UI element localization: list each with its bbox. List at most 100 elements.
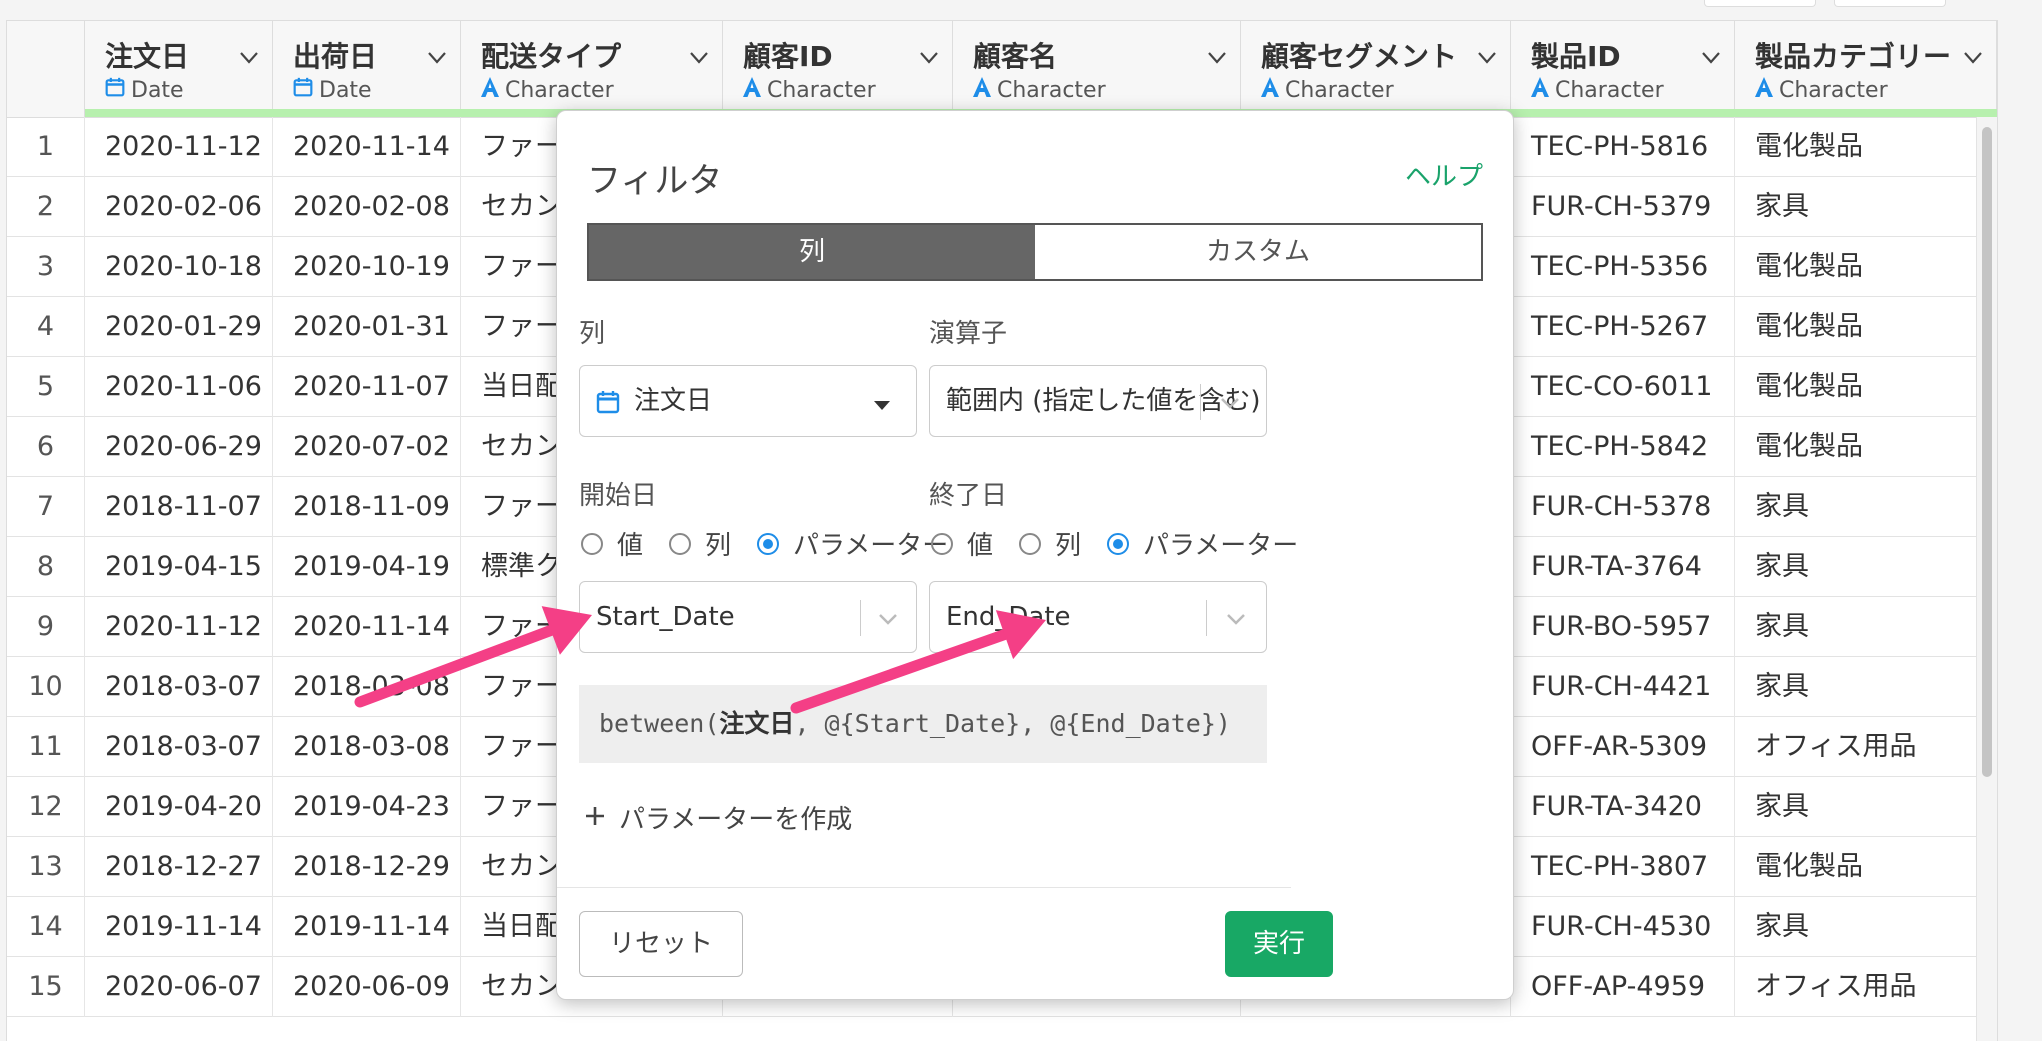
table-row[interactable]	[7, 1017, 1997, 1041]
table-cell[interactable]: 電化製品	[1735, 357, 1997, 417]
table-cell[interactable]: 2020-11-07	[273, 357, 461, 417]
table-cell[interactable]: 2018-12-29	[273, 837, 461, 897]
column-header[interactable]: 注文日 Date	[85, 21, 273, 117]
chevron-down-icon[interactable]	[1702, 49, 1720, 64]
table-cell[interactable]: FUR-CH-5378	[1511, 477, 1735, 537]
table-cell[interactable]: 2020-11-14	[273, 117, 461, 177]
column-header[interactable]: 出荷日 Date	[273, 21, 461, 117]
table-cell[interactable]: TEC-PH-5267	[1511, 297, 1735, 357]
table-cell[interactable]: 2020-11-14	[273, 597, 461, 657]
start-radio-parameter[interactable]	[757, 532, 780, 555]
start-parameter-select[interactable]: Start_Date	[579, 581, 917, 653]
end-radio-parameter[interactable]	[1107, 532, 1130, 555]
table-cell[interactable]: TEC-PH-5356	[1511, 237, 1735, 297]
start-radio-column[interactable]	[669, 532, 692, 555]
table-cell[interactable]: FUR-TA-3420	[1511, 777, 1735, 837]
table-cell[interactable]: 家具	[1735, 897, 1997, 957]
column-select[interactable]: 注文日	[579, 365, 917, 437]
table-cell[interactable]: 2020-11-12	[85, 597, 273, 657]
table-cell[interactable]: 2018-11-09	[273, 477, 461, 537]
table-cell[interactable]: FUR-TA-3764	[1511, 537, 1735, 597]
table-cell[interactable]: 2020-02-08	[273, 177, 461, 237]
operator-select[interactable]: 範囲内 (指定した値を含む)	[929, 365, 1267, 437]
table-cell[interactable]: 2020-01-31	[273, 297, 461, 357]
chevron-down-icon[interactable]	[1964, 49, 1982, 64]
table-cell[interactable]: 2020-11-12	[85, 117, 273, 177]
table-cell[interactable]: 家具	[1735, 597, 1997, 657]
table-cell[interactable]: 2020-10-18	[85, 237, 273, 297]
chevron-down-icon[interactable]	[690, 49, 708, 64]
column-header[interactable]: 配送タイプ Character	[461, 21, 723, 117]
column-header[interactable]: 顧客名 Character	[953, 21, 1241, 117]
tab-column[interactable]: 列	[589, 225, 1035, 279]
table-cell[interactable]: FUR-BO-5957	[1511, 597, 1735, 657]
table-cell[interactable]: 家具	[1735, 177, 1997, 237]
table-cell[interactable]: 電化製品	[1735, 837, 1997, 897]
table-cell[interactable]: 2018-03-08	[273, 657, 461, 717]
chevron-down-icon[interactable]	[920, 49, 938, 64]
table-cell[interactable]: 2019-11-14	[85, 897, 273, 957]
table-cell[interactable]: オフィス用品	[1735, 957, 1997, 1017]
table-cell[interactable]: 2019-04-23	[273, 777, 461, 837]
chevron-down-icon[interactable]	[1478, 49, 1496, 64]
table-cell[interactable]: 電化製品	[1735, 417, 1997, 477]
reset-button[interactable]: リセット	[579, 911, 743, 977]
table-cell[interactable]: 2020-06-29	[85, 417, 273, 477]
create-parameter-label: パラメーターを作成	[619, 805, 853, 835]
table-cell[interactable]: FUR-CH-4421	[1511, 657, 1735, 717]
table-cell[interactable]: 電化製品	[1735, 117, 1997, 177]
table-cell[interactable]: オフィス用品	[1735, 717, 1997, 777]
table-cell[interactable]: 2020-07-02	[273, 417, 461, 477]
table-cell[interactable]: TEC-CO-6011	[1511, 357, 1735, 417]
table-cell[interactable]: 2018-11-07	[85, 477, 273, 537]
table-cell[interactable]: 2018-03-08	[273, 717, 461, 777]
start-radio-value[interactable]	[581, 532, 603, 555]
table-cell[interactable]: 2019-04-15	[85, 537, 273, 597]
table-cell[interactable]: 家具	[1735, 477, 1997, 537]
scrollbar-thumb[interactable]	[1982, 127, 1992, 777]
tab-custom[interactable]: カスタム	[1035, 225, 1481, 279]
table-cell[interactable]: 2019-11-14	[273, 897, 461, 957]
column-header[interactable]: 製品カテゴリー Character	[1735, 21, 1997, 117]
table-cell[interactable]: 2020-02-06	[85, 177, 273, 237]
column-header[interactable]: 顧客セグメント Character	[1241, 21, 1511, 117]
table-cell[interactable]: 家具	[1735, 537, 1997, 597]
end-radio-column[interactable]	[1019, 532, 1042, 555]
column-header[interactable]: 顧客ID Character	[723, 21, 953, 117]
table-cell[interactable]: 2020-11-06	[85, 357, 273, 417]
table-cell[interactable]: OFF-AR-5309	[1511, 717, 1735, 777]
table-cell[interactable]: TEC-PH-3807	[1511, 837, 1735, 897]
table-cell[interactable]: 2020-06-07	[85, 957, 273, 1017]
column-header[interactable]: 製品ID Character	[1511, 21, 1735, 117]
table-cell[interactable]: FUR-CH-4530	[1511, 897, 1735, 957]
help-link[interactable]: ヘルプ	[1405, 156, 1483, 193]
toolbar-button[interactable]	[1834, 0, 1946, 7]
run-button[interactable]: 実行	[1225, 911, 1333, 977]
table-cell[interactable]: 2018-12-27	[85, 837, 273, 897]
chevron-down-icon[interactable]	[428, 49, 446, 64]
table-cell[interactable]: 2018-03-07	[85, 717, 273, 777]
toolbar-button[interactable]	[1704, 0, 1816, 7]
table-cell[interactable]: 2019-04-19	[273, 537, 461, 597]
table-cell[interactable]: 電化製品	[1735, 237, 1997, 297]
chevron-down-icon[interactable]	[240, 49, 258, 64]
end-radio-value[interactable]	[931, 532, 953, 555]
plus-icon	[585, 803, 605, 833]
table-cell[interactable]: OFF-AP-4959	[1511, 957, 1735, 1017]
vertical-scrollbar[interactable]	[1976, 117, 1997, 1041]
create-parameter-button[interactable]: パラメーターを作成	[585, 799, 852, 836]
table-cell[interactable]: 2018-03-07	[85, 657, 273, 717]
character-icon	[743, 77, 761, 103]
table-cell[interactable]: 2019-04-20	[85, 777, 273, 837]
table-cell[interactable]: FUR-CH-5379	[1511, 177, 1735, 237]
table-cell[interactable]: TEC-PH-5816	[1511, 117, 1735, 177]
end-parameter-select[interactable]: End_Date	[929, 581, 1267, 653]
table-cell[interactable]: 2020-01-29	[85, 297, 273, 357]
table-cell[interactable]: TEC-PH-5842	[1511, 417, 1735, 477]
table-cell[interactable]: 家具	[1735, 657, 1997, 717]
table-cell[interactable]: 2020-06-09	[273, 957, 461, 1017]
chevron-down-icon[interactable]	[1208, 49, 1226, 64]
table-cell[interactable]: 2020-10-19	[273, 237, 461, 297]
table-cell[interactable]: 電化製品	[1735, 297, 1997, 357]
table-cell[interactable]: 家具	[1735, 777, 1997, 837]
